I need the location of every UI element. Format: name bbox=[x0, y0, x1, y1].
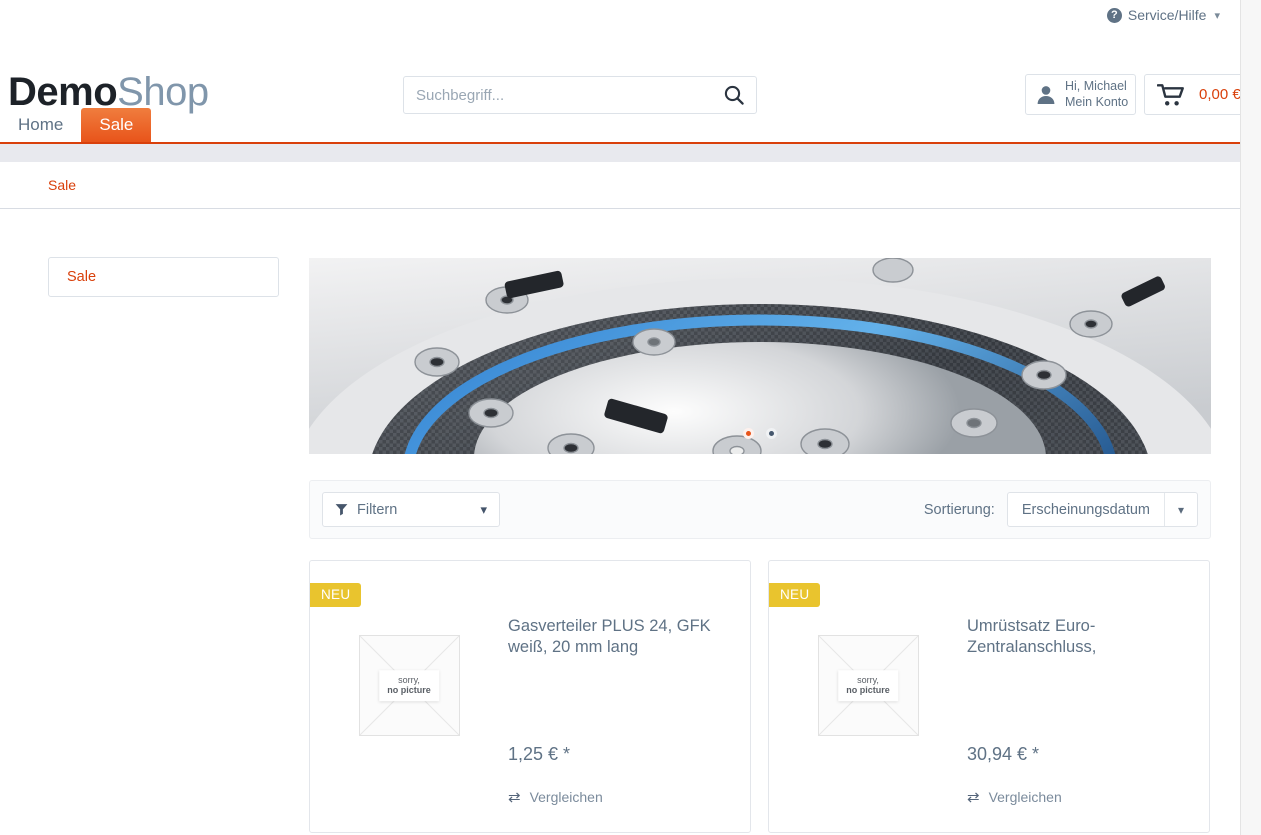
service-bar: ? Service/Hilfe ▾ bbox=[0, 0, 1240, 30]
sidebar-item-sale[interactable]: Sale bbox=[48, 257, 279, 297]
filter-button-label: Filtern bbox=[357, 501, 398, 518]
compare-arrows-icon: ⇄ bbox=[967, 788, 980, 806]
nav-item-sale[interactable]: Sale bbox=[81, 108, 152, 142]
status-badge: NEU bbox=[769, 583, 821, 607]
breadcrumb-item-sale[interactable]: Sale bbox=[48, 177, 76, 193]
main-column: Filtern ▾ Sortierung: Erscheinungsdatum … bbox=[309, 209, 1211, 833]
banner-dot-1[interactable] bbox=[743, 428, 754, 439]
content-area: Sale Filtern ▾ Sortierung: Erscheinungsd… bbox=[0, 209, 1240, 835]
placeholder-line-1: sorry, bbox=[398, 674, 420, 685]
product-grid: NEU sorry, no picture Gasverteiler PLUS … bbox=[309, 560, 1211, 833]
filter-sort-bar: Filtern ▾ Sortierung: Erscheinungsdatum … bbox=[309, 480, 1211, 539]
placeholder-line-2: no picture bbox=[846, 685, 890, 696]
banner-image bbox=[309, 258, 1211, 454]
main-navigation: Home Sale bbox=[0, 102, 1240, 144]
service-help-label: Service/Hilfe bbox=[1127, 7, 1207, 23]
banner-dot-2[interactable] bbox=[766, 428, 777, 439]
compare-arrows-icon: ⇄ bbox=[508, 788, 521, 806]
sort-label: Sortierung: bbox=[923, 501, 995, 518]
product-card[interactable]: NEU sorry, no pic bbox=[768, 560, 1210, 833]
nav-item-home-label: Home bbox=[18, 115, 64, 134]
service-help-link[interactable]: ? Service/Hilfe ▾ bbox=[1106, 7, 1220, 23]
category-sidebar: Sale bbox=[48, 257, 279, 297]
product-price: 30,94 € * bbox=[967, 744, 1040, 764]
account-greeting: Hi, Michael bbox=[1065, 78, 1127, 93]
compare-link[interactable]: ⇄ Vergleichen bbox=[967, 789, 1062, 805]
chevron-down-icon[interactable]: ▾ bbox=[1164, 493, 1197, 526]
compare-link[interactable]: ⇄ Vergleichen bbox=[508, 789, 603, 805]
nav-item-sale-label: Sale bbox=[99, 115, 134, 134]
funnel-icon bbox=[335, 504, 348, 516]
product-image[interactable]: sorry, no picture bbox=[310, 573, 508, 832]
filter-button[interactable]: Filtern ▾ bbox=[322, 492, 500, 527]
sidebar-item-sale-label: Sale bbox=[67, 269, 97, 285]
sort-select-value: Erscheinungsdatum bbox=[1021, 501, 1150, 518]
question-circle-icon: ? bbox=[1106, 7, 1122, 23]
compare-link-label: Vergleichen bbox=[529, 789, 603, 805]
product-price: 1,25 € * bbox=[508, 744, 571, 764]
nav-item-home[interactable]: Home bbox=[0, 108, 81, 142]
page-root: ? Service/Hilfe ▾ DemoShop Hi, bbox=[0, 0, 1261, 835]
sort-control: Sortierung: Erscheinungsdatum ▾ bbox=[924, 492, 1198, 527]
no-picture-placeholder: sorry, no picture bbox=[358, 635, 460, 736]
search-input[interactable] bbox=[404, 86, 712, 104]
chevron-down-icon: ▾ bbox=[480, 501, 487, 517]
site-header: DemoShop Hi, Michael Mein Konto bbox=[0, 30, 1260, 115]
product-image[interactable]: sorry, no picture bbox=[769, 573, 967, 832]
no-picture-placeholder: sorry, no picture bbox=[817, 635, 919, 736]
chevron-down-icon: ▾ bbox=[1214, 9, 1220, 22]
placeholder-line-1: sorry, bbox=[857, 674, 879, 685]
sort-select[interactable]: Erscheinungsdatum ▾ bbox=[1006, 492, 1198, 527]
product-card[interactable]: NEU sorry, no pic bbox=[309, 560, 751, 833]
compare-link-label: Vergleichen bbox=[988, 789, 1062, 805]
header-strip-divider bbox=[0, 144, 1240, 162]
product-title[interactable]: Umrüstsatz Euro-Zentralanschluss, bbox=[967, 573, 1191, 659]
banner-dot-indicators bbox=[743, 428, 777, 439]
placeholder-line-2: no picture bbox=[387, 685, 431, 696]
page-scrollbar[interactable] bbox=[1240, 0, 1261, 835]
breadcrumb: Sale bbox=[0, 162, 1240, 209]
product-title[interactable]: Gasverteiler PLUS 24, GFK weiß, 20 mm la… bbox=[508, 573, 732, 659]
status-badge: NEU bbox=[310, 583, 362, 607]
category-banner[interactable] bbox=[309, 258, 1211, 454]
